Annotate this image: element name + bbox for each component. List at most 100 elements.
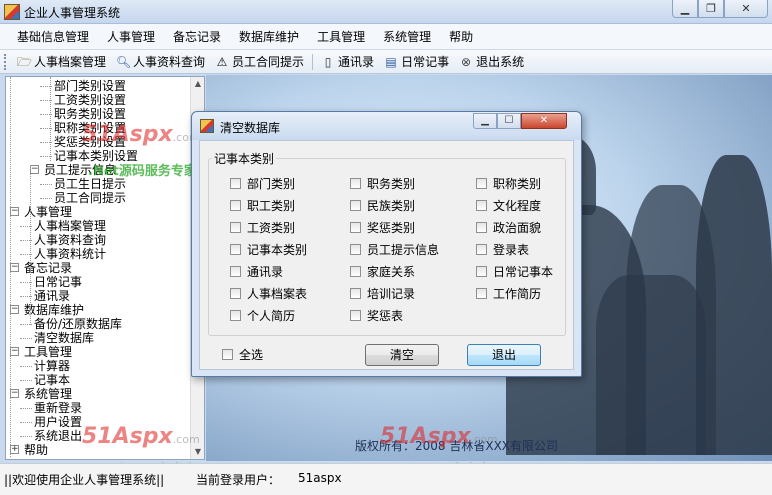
table-checkbox[interactable]: 职称类别 [476,175,541,192]
table-checkbox[interactable]: 民族类别 [350,197,415,214]
checkbox-label: 家庭关系 [367,265,416,279]
menu-memo[interactable]: 备忘记录 [164,24,230,50]
toolbar-contract-button[interactable]: ⚠ 员工合同提示 [210,51,309,73]
menu-help[interactable]: 帮助 [440,24,482,50]
table-checkbox[interactable]: 培训记录 [350,285,415,302]
checkbox-box [350,222,361,233]
checkbox-box [230,244,241,255]
table-checkbox[interactable]: 人事档案表 [230,285,307,302]
menu-basic-info[interactable]: 基础信息管理 [8,24,98,50]
table-checkbox[interactable]: 职务类别 [350,175,415,192]
table-checkbox[interactable]: 个人简历 [230,307,295,324]
table-checkbox[interactable]: 日常记事本 [476,263,553,280]
tree-item[interactable]: 部门类别设置 [54,79,126,93]
tree-item[interactable]: 重新登录 [34,401,82,415]
tree-item[interactable]: 记事本 [34,373,70,387]
tree-collapse-icon[interactable]: − [30,165,39,174]
folder-open-icon: 🗁 [17,54,32,69]
window-title: 企业人事管理系统 [24,6,121,20]
toolbar-notes-button[interactable]: ▤ 日常记事 [379,51,454,73]
tree-item[interactable]: 人事档案管理 [34,219,106,233]
table-checkbox[interactable]: 通讯录 [230,263,283,280]
tree-item[interactable]: 员工生日提示 [54,177,126,191]
menu-personnel[interactable]: 人事管理 [98,24,164,50]
tree-collapse-icon[interactable]: − [10,263,19,272]
scroll-up-icon[interactable]: ▲ [191,77,204,91]
tree-item[interactable]: 人事资料统计 [34,247,106,261]
tree-expand-icon[interactable]: + [10,445,19,454]
window-title-bar[interactable]: 企业人事管理系统 ▁ ❐ ✕ [0,0,772,24]
dialog-title: 清空数据库 [220,121,281,135]
tree-item[interactable]: 帮助 [24,443,48,457]
table-checkbox[interactable]: 文化程度 [476,197,541,214]
tree-item[interactable]: 数据库维护 [24,303,84,317]
close-button[interactable]: ✕ [724,0,768,18]
tree-item[interactable]: 系统退出 [34,429,82,443]
minimize-button[interactable]: ▁ [672,0,698,18]
toolbar-grip[interactable] [4,53,8,70]
table-checkbox[interactable]: 员工提示信息 [350,241,439,258]
table-checkbox[interactable]: 奖惩表 [350,307,403,324]
table-checkbox[interactable]: 工作简历 [476,285,541,302]
table-checkbox[interactable]: 记事本类别 [230,241,307,258]
watermark-logo: 51Aspx.com [380,424,498,449]
select-all-checkbox[interactable]: 全选 [222,346,263,363]
toolbar-label: 退出系统 [476,55,525,69]
toolbar-label: 通讯录 [338,55,375,69]
tree-item[interactable]: 备忘记录 [24,261,72,275]
table-checkbox[interactable]: 职工类别 [230,197,295,214]
tree-item[interactable]: 职务类别设置 [54,107,126,121]
checkbox-box [476,200,487,211]
checkbox-label: 职称类别 [493,177,542,191]
checkbox-label: 政治面貌 [493,221,542,235]
tree-item[interactable]: 人事资料查询 [34,233,106,247]
phone-icon: ▯ [324,54,332,69]
tree-collapse-icon[interactable]: − [10,305,19,314]
tree-item[interactable]: 清空数据库 [34,331,94,345]
toolbar-label: 人事档案管理 [34,55,107,69]
tree-item[interactable]: 人事管理 [24,205,72,219]
tree-item[interactable]: 系统管理 [24,387,72,401]
tree-item[interactable]: 用户设置 [34,415,82,429]
menu-database[interactable]: 数据库维护 [230,24,308,50]
tree-item[interactable]: 工具管理 [24,345,72,359]
tree-item[interactable]: 计算器 [34,359,70,373]
checkbox-box [230,200,241,211]
tree-connector-line [20,436,32,437]
tree-collapse-icon[interactable]: − [10,389,19,398]
tree-item[interactable]: 通讯录 [34,289,70,303]
checkbox-label: 人事档案表 [247,287,308,301]
toolbar-exit-button[interactable]: ⊗ 退出系统 [454,51,529,73]
maximize-button[interactable]: ❐ [698,0,724,18]
notebook-icon: ▤ [385,54,397,69]
maximize-icon: ☐ [504,115,514,126]
menu-system[interactable]: 系统管理 [374,24,440,50]
toolbar-query-button[interactable]: 🔍︎ 人事资料查询 [111,51,210,73]
dialog-maximize-button[interactable]: ☐ [497,113,521,129]
tree-connector-line [20,408,32,409]
table-checkbox[interactable]: 登录表 [476,241,529,258]
dialog-minimize-button[interactable]: ▁ [473,113,497,129]
table-checkbox[interactable]: 奖惩类别 [350,219,415,236]
table-checkbox[interactable]: 政治面貌 [476,219,541,236]
checkbox-box [476,266,487,277]
clear-button[interactable]: 清空 [365,344,439,366]
dialog-close-button[interactable]: ✕ [521,113,567,129]
tree-guide-line [30,165,31,325]
menu-tools[interactable]: 工具管理 [308,24,374,50]
table-checkbox[interactable]: 工资类别 [230,219,295,236]
checkbox-box [230,266,241,277]
tree-item[interactable]: 备份/还原数据库 [34,317,122,331]
table-checkbox[interactable]: 部门类别 [230,175,295,192]
tree-item[interactable]: 员工合同提示 [54,191,126,205]
tree-item[interactable]: 工资类别设置 [54,93,126,107]
app-icon [4,4,20,20]
toolbar-archive-button[interactable]: 🗁 人事档案管理 [12,51,111,73]
dialog-title-bar[interactable]: 清空数据库 ▁ ☐ ✕ [192,112,581,140]
table-checkbox[interactable]: 家庭关系 [350,263,415,280]
toolbar-contacts-button[interactable]: ▯ 通讯录 [316,51,379,73]
tree-collapse-icon[interactable]: − [10,347,19,356]
tree-collapse-icon[interactable]: − [10,207,19,216]
tree-item[interactable]: 日常记事 [34,275,82,289]
exit-button[interactable]: 退出 [467,344,541,366]
